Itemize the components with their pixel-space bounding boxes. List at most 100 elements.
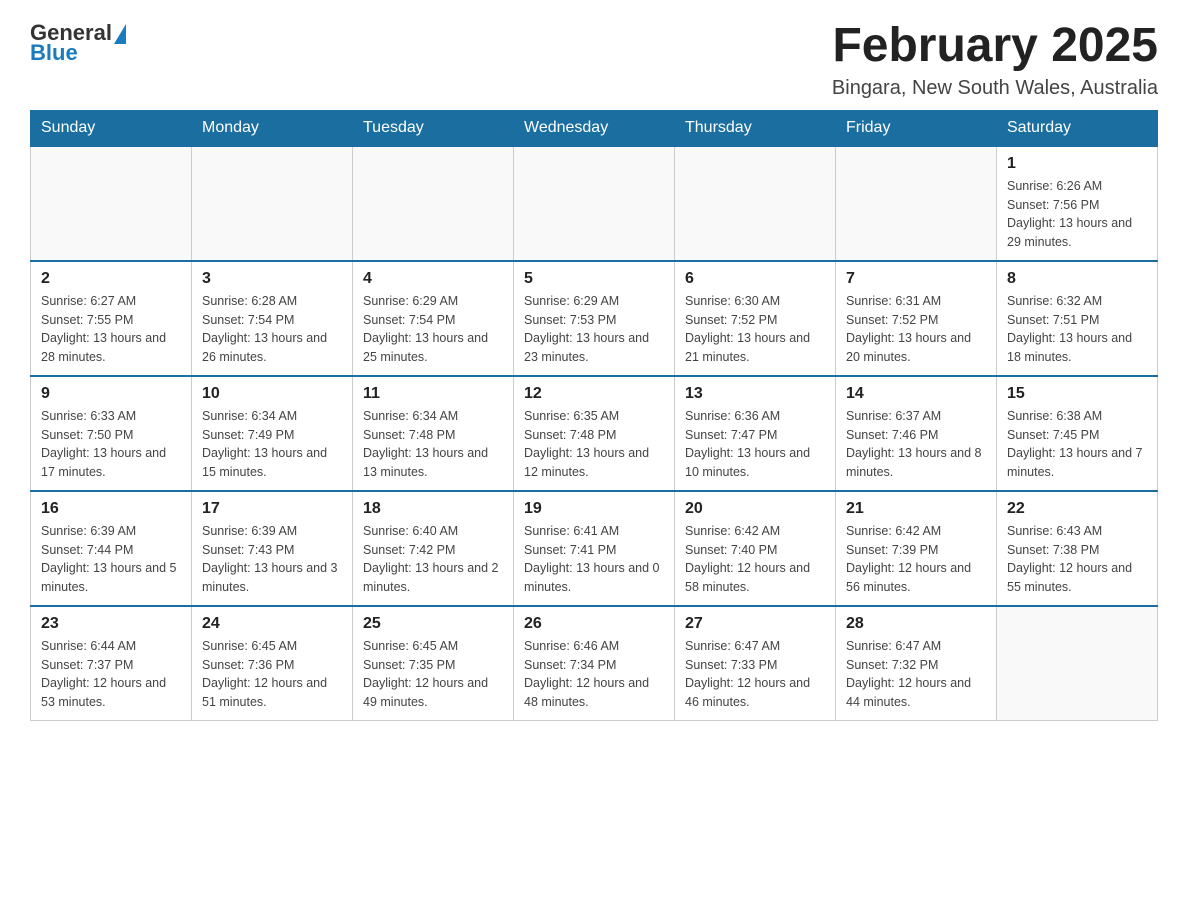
day-info: Sunrise: 6:27 AMSunset: 7:55 PMDaylight:…: [41, 292, 181, 367]
logo-text-blue: Blue: [30, 40, 78, 66]
day-number: 2: [41, 270, 181, 288]
title-block: February 2025 Bingara, New South Wales, …: [832, 20, 1158, 100]
day-info: Sunrise: 6:38 AMSunset: 7:45 PMDaylight:…: [1007, 407, 1147, 482]
day-info: Sunrise: 6:34 AMSunset: 7:48 PMDaylight:…: [363, 407, 503, 482]
day-number: 7: [846, 270, 986, 288]
day-info: Sunrise: 6:28 AMSunset: 7:54 PMDaylight:…: [202, 292, 342, 367]
day-number: 21: [846, 500, 986, 518]
header-monday: Monday: [192, 110, 353, 146]
day-info: Sunrise: 6:26 AMSunset: 7:56 PMDaylight:…: [1007, 177, 1147, 252]
calendar-week-row: 9 Sunrise: 6:33 AMSunset: 7:50 PMDaylight…: [31, 376, 1158, 491]
table-row: 16 Sunrise: 6:39 AMSunset: 7:44 PMDayligh…: [31, 491, 192, 606]
table-row: 10Sunrise: 6:34 AMSunset: 7:49 PMDayligh…: [192, 376, 353, 491]
table-row: [192, 146, 353, 261]
table-row: [675, 146, 836, 261]
calendar-week-row: 1 Sunrise: 6:26 AMSunset: 7:56 PMDaylight…: [31, 146, 1158, 261]
logo-triangle-icon: [114, 24, 126, 44]
table-row: 21 Sunrise: 6:42 AMSunset: 7:39 PMDayligh…: [836, 491, 997, 606]
day-number: 1: [1007, 155, 1147, 173]
day-info: Sunrise: 6:29 AMSunset: 7:53 PMDaylight:…: [524, 292, 664, 367]
table-row: 5 Sunrise: 6:29 AMSunset: 7:53 PMDaylight…: [514, 261, 675, 376]
day-number: 19: [524, 500, 664, 518]
table-row: [514, 146, 675, 261]
day-number: 26: [524, 615, 664, 633]
header-friday: Friday: [836, 110, 997, 146]
calendar-header-row: Sunday Monday Tuesday Wednesday Thursday…: [31, 110, 1158, 146]
day-number: 16: [41, 500, 181, 518]
calendar-week-row: 16 Sunrise: 6:39 AMSunset: 7:44 PMDayligh…: [31, 491, 1158, 606]
logo: General Blue: [30, 20, 126, 66]
day-number: 17: [202, 500, 342, 518]
day-info: Sunrise: 6:43 AMSunset: 7:38 PMDaylight:…: [1007, 522, 1147, 597]
table-row: 25Sunrise: 6:45 AMSunset: 7:35 PMDayligh…: [353, 606, 514, 721]
day-number: 8: [1007, 270, 1147, 288]
table-row: 13 Sunrise: 6:36 AMSunset: 7:47 PMDayligh…: [675, 376, 836, 491]
day-number: 20: [685, 500, 825, 518]
table-row: 27 Sunrise: 6:47 AMSunset: 7:33 PMDayligh…: [675, 606, 836, 721]
location-subtitle: Bingara, New South Wales, Australia: [832, 77, 1158, 100]
table-row: 7 Sunrise: 6:31 AMSunset: 7:52 PMDaylight…: [836, 261, 997, 376]
table-row: 2 Sunrise: 6:27 AMSunset: 7:55 PMDaylight…: [31, 261, 192, 376]
table-row: 6Sunrise: 6:30 AMSunset: 7:52 PMDaylight…: [675, 261, 836, 376]
table-row: 19 Sunrise: 6:41 AMSunset: 7:41 PMDayligh…: [514, 491, 675, 606]
day-info: Sunrise: 6:39 AMSunset: 7:43 PMDaylight:…: [202, 522, 342, 597]
day-info: Sunrise: 6:42 AMSunset: 7:39 PMDaylight:…: [846, 522, 986, 597]
table-row: 23 Sunrise: 6:44 AMSunset: 7:37 PMDayligh…: [31, 606, 192, 721]
day-number: 23: [41, 615, 181, 633]
day-info: Sunrise: 6:47 AMSunset: 7:33 PMDaylight:…: [685, 637, 825, 712]
day-info: Sunrise: 6:45 AMSunset: 7:36 PMDaylight:…: [202, 637, 342, 712]
table-row: 11 Sunrise: 6:34 AMSunset: 7:48 PMDayligh…: [353, 376, 514, 491]
table-row: 9 Sunrise: 6:33 AMSunset: 7:50 PMDaylight…: [31, 376, 192, 491]
day-number: 5: [524, 270, 664, 288]
day-info: Sunrise: 6:40 AMSunset: 7:42 PMDaylight:…: [363, 522, 503, 597]
day-number: 3: [202, 270, 342, 288]
day-number: 11: [363, 385, 503, 403]
day-info: Sunrise: 6:37 AMSunset: 7:46 PMDaylight:…: [846, 407, 986, 482]
table-row: 17 Sunrise: 6:39 AMSunset: 7:43 PMDayligh…: [192, 491, 353, 606]
day-number: 22: [1007, 500, 1147, 518]
day-number: 24: [202, 615, 342, 633]
page-header: General Blue February 2025 Bingara, New …: [30, 20, 1158, 100]
day-info: Sunrise: 6:39 AMSunset: 7:44 PMDaylight:…: [41, 522, 181, 597]
day-number: 28: [846, 615, 986, 633]
day-info: Sunrise: 6:46 AMSunset: 7:34 PMDaylight:…: [524, 637, 664, 712]
table-row: 1 Sunrise: 6:26 AMSunset: 7:56 PMDaylight…: [997, 146, 1158, 261]
day-info: Sunrise: 6:42 AMSunset: 7:40 PMDaylight:…: [685, 522, 825, 597]
table-row: [836, 146, 997, 261]
day-info: Sunrise: 6:30 AMSunset: 7:52 PMDaylight:…: [685, 292, 825, 367]
table-row: 24 Sunrise: 6:45 AMSunset: 7:36 PMDayligh…: [192, 606, 353, 721]
table-row: 26 Sunrise: 6:46 AMSunset: 7:34 PMDayligh…: [514, 606, 675, 721]
table-row: 8 Sunrise: 6:32 AMSunset: 7:51 PMDaylight…: [997, 261, 1158, 376]
day-info: Sunrise: 6:35 AMSunset: 7:48 PMDaylight:…: [524, 407, 664, 482]
table-row: [31, 146, 192, 261]
table-row: 15 Sunrise: 6:38 AMSunset: 7:45 PMDayligh…: [997, 376, 1158, 491]
day-info: Sunrise: 6:36 AMSunset: 7:47 PMDaylight:…: [685, 407, 825, 482]
month-title: February 2025: [832, 20, 1158, 73]
table-row: 3 Sunrise: 6:28 AMSunset: 7:54 PMDaylight…: [192, 261, 353, 376]
day-number: 10: [202, 385, 342, 403]
day-number: 18: [363, 500, 503, 518]
table-row: 18 Sunrise: 6:40 AMSunset: 7:42 PMDayligh…: [353, 491, 514, 606]
table-row: 14Sunrise: 6:37 AMSunset: 7:46 PMDayligh…: [836, 376, 997, 491]
day-info: Sunrise: 6:44 AMSunset: 7:37 PMDaylight:…: [41, 637, 181, 712]
day-info: Sunrise: 6:47 AMSunset: 7:32 PMDaylight:…: [846, 637, 986, 712]
table-row: 4Sunrise: 6:29 AMSunset: 7:54 PMDaylight…: [353, 261, 514, 376]
calendar-table: Sunday Monday Tuesday Wednesday Thursday…: [30, 110, 1158, 721]
header-wednesday: Wednesday: [514, 110, 675, 146]
table-row: [997, 606, 1158, 721]
day-number: 27: [685, 615, 825, 633]
table-row: 20 Sunrise: 6:42 AMSunset: 7:40 PMDayligh…: [675, 491, 836, 606]
day-info: Sunrise: 6:41 AMSunset: 7:41 PMDaylight:…: [524, 522, 664, 597]
day-number: 12: [524, 385, 664, 403]
header-thursday: Thursday: [675, 110, 836, 146]
header-sunday: Sunday: [31, 110, 192, 146]
day-number: 25: [363, 615, 503, 633]
day-info: Sunrise: 6:31 AMSunset: 7:52 PMDaylight:…: [846, 292, 986, 367]
day-number: 13: [685, 385, 825, 403]
day-info: Sunrise: 6:32 AMSunset: 7:51 PMDaylight:…: [1007, 292, 1147, 367]
header-tuesday: Tuesday: [353, 110, 514, 146]
day-info: Sunrise: 6:33 AMSunset: 7:50 PMDaylight:…: [41, 407, 181, 482]
day-number: 9: [41, 385, 181, 403]
day-info: Sunrise: 6:29 AMSunset: 7:54 PMDaylight:…: [363, 292, 503, 367]
day-number: 15: [1007, 385, 1147, 403]
